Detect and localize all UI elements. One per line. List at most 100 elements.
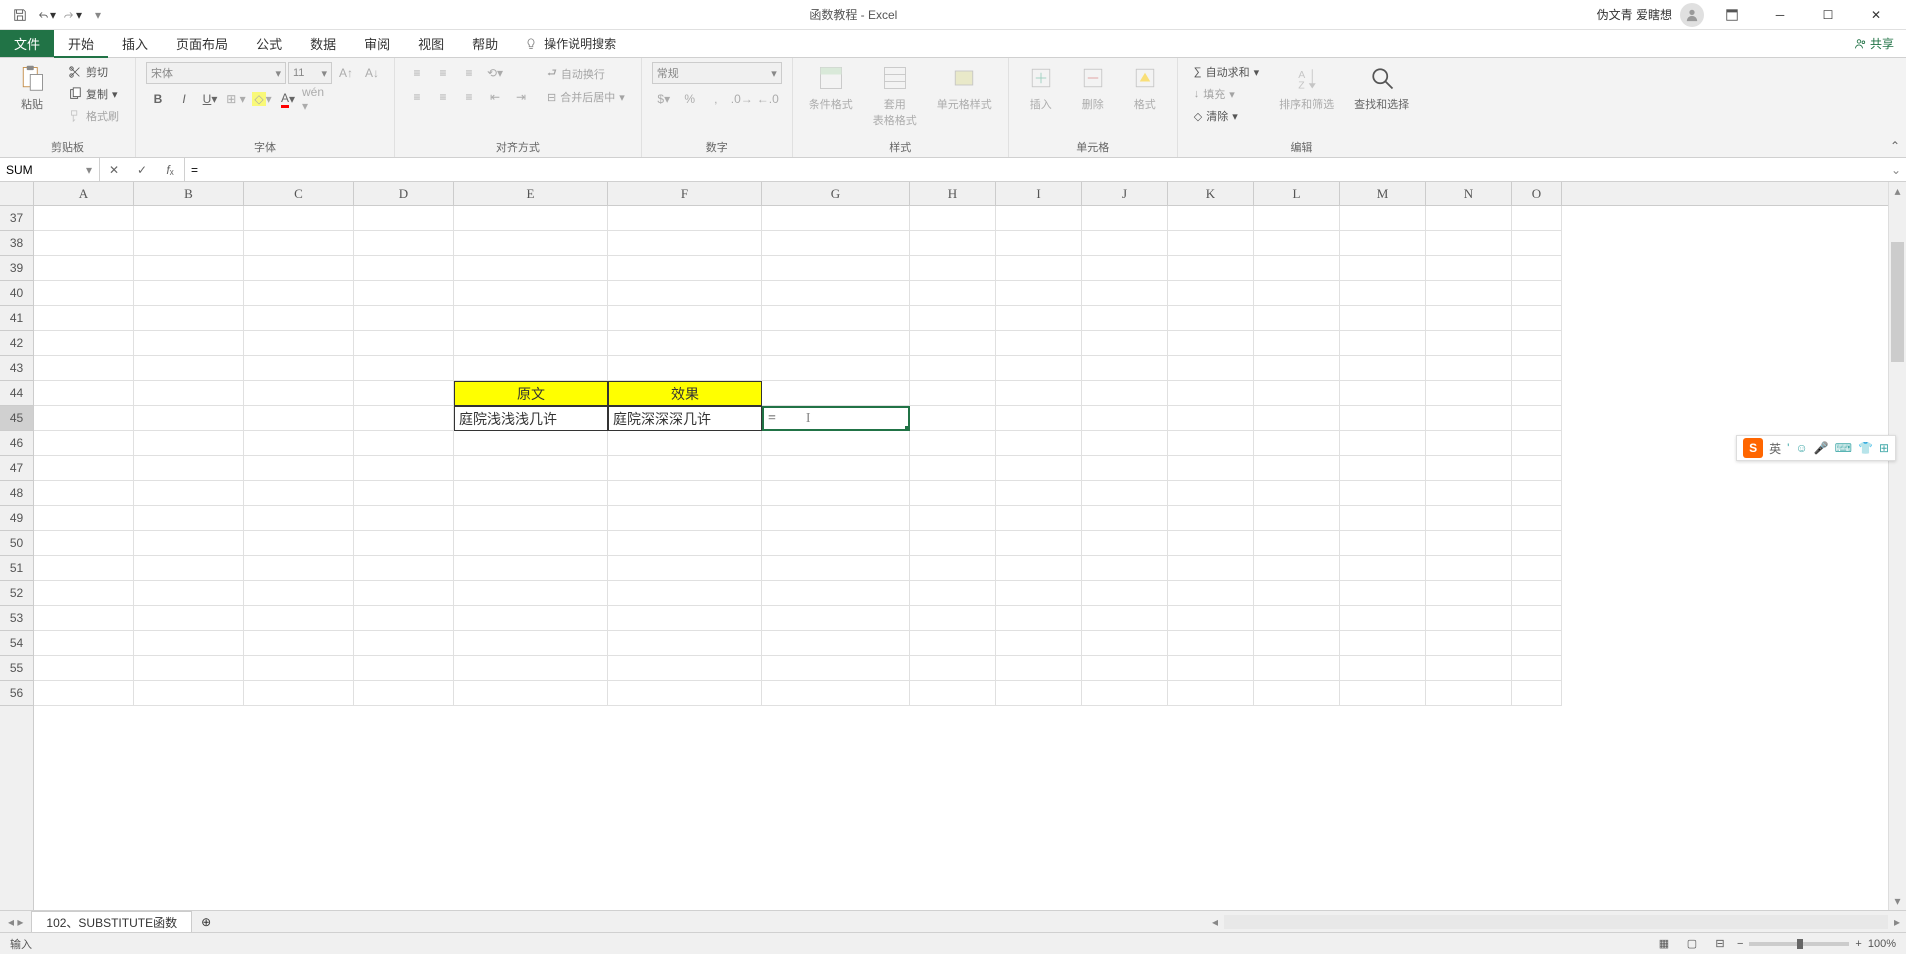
cell-F49[interactable] — [608, 506, 762, 531]
sort-filter-button[interactable]: AZ排序和筛选 — [1273, 62, 1340, 114]
cell-H38[interactable] — [910, 231, 996, 256]
cell-L54[interactable] — [1254, 631, 1340, 656]
cell-J39[interactable] — [1082, 256, 1168, 281]
scroll-left-button[interactable]: ◂ — [1206, 913, 1224, 931]
cell-L42[interactable] — [1254, 331, 1340, 356]
cell-I37[interactable] — [996, 206, 1082, 231]
name-box-input[interactable] — [6, 163, 86, 177]
cell-O47[interactable] — [1512, 456, 1562, 481]
cell-L41[interactable] — [1254, 306, 1340, 331]
col-header[interactable]: I — [996, 182, 1082, 205]
cell-N55[interactable] — [1426, 656, 1512, 681]
cell-E42[interactable] — [454, 331, 608, 356]
add-sheet-button[interactable]: ⊕ — [192, 911, 220, 932]
cell-N51[interactable] — [1426, 556, 1512, 581]
row-header[interactable]: 38 — [0, 231, 33, 256]
cell-A48[interactable] — [34, 481, 134, 506]
cell-E52[interactable] — [454, 581, 608, 606]
cell-H47[interactable] — [910, 456, 996, 481]
cell-B37[interactable] — [134, 206, 244, 231]
cell-I46[interactable] — [996, 431, 1082, 456]
cell-F38[interactable] — [608, 231, 762, 256]
tab-file[interactable]: 文件 — [0, 30, 54, 57]
cell-C38[interactable] — [244, 231, 354, 256]
ime-tools-icon[interactable]: ⊞ — [1879, 441, 1889, 455]
cell-O38[interactable] — [1512, 231, 1562, 256]
row-header[interactable]: 48 — [0, 481, 33, 506]
cell-J38[interactable] — [1082, 231, 1168, 256]
cell-G54[interactable] — [762, 631, 910, 656]
cell-D47[interactable] — [354, 456, 454, 481]
cell-F46[interactable] — [608, 431, 762, 456]
bold-button[interactable]: B — [146, 88, 170, 110]
comma-button[interactable]: , — [704, 88, 728, 110]
cell-K48[interactable] — [1168, 481, 1254, 506]
cell-D48[interactable] — [354, 481, 454, 506]
cell-H51[interactable] — [910, 556, 996, 581]
cell-A44[interactable] — [34, 381, 134, 406]
cell-I43[interactable] — [996, 356, 1082, 381]
cell-A47[interactable] — [34, 456, 134, 481]
ime-emoji-icon[interactable]: ☺ — [1795, 441, 1807, 455]
cell-F48[interactable] — [608, 481, 762, 506]
cell-G48[interactable] — [762, 481, 910, 506]
cell-J55[interactable] — [1082, 656, 1168, 681]
cell-M45[interactable] — [1340, 406, 1426, 431]
cell-J53[interactable] — [1082, 606, 1168, 631]
cell-C41[interactable] — [244, 306, 354, 331]
row-header[interactable]: 49 — [0, 506, 33, 531]
cell-G42[interactable] — [762, 331, 910, 356]
cell-K54[interactable] — [1168, 631, 1254, 656]
cell-D54[interactable] — [354, 631, 454, 656]
cell-D38[interactable] — [354, 231, 454, 256]
cell-A43[interactable] — [34, 356, 134, 381]
cell-E54[interactable] — [454, 631, 608, 656]
cell-B52[interactable] — [134, 581, 244, 606]
cell-B41[interactable] — [134, 306, 244, 331]
align-bottom-button[interactable]: ≡ — [457, 62, 481, 84]
cell-G37[interactable] — [762, 206, 910, 231]
cell-E38[interactable] — [454, 231, 608, 256]
cell-K42[interactable] — [1168, 331, 1254, 356]
cell-F37[interactable] — [608, 206, 762, 231]
save-button[interactable] — [8, 3, 32, 27]
cell-G43[interactable] — [762, 356, 910, 381]
row-header[interactable]: 39 — [0, 256, 33, 281]
cell-O55[interactable] — [1512, 656, 1562, 681]
cell-E50[interactable] — [454, 531, 608, 556]
cell-C47[interactable] — [244, 456, 354, 481]
cell-L53[interactable] — [1254, 606, 1340, 631]
cell-O56[interactable] — [1512, 681, 1562, 706]
cell-F42[interactable] — [608, 331, 762, 356]
cell-L51[interactable] — [1254, 556, 1340, 581]
cell-K55[interactable] — [1168, 656, 1254, 681]
conditional-format-button[interactable]: 条件格式 — [803, 62, 859, 114]
sheet-tab[interactable]: 102、SUBSTITUTE函数 — [32, 911, 192, 932]
cell-C40[interactable] — [244, 281, 354, 306]
row-header[interactable]: 40 — [0, 281, 33, 306]
cell-O39[interactable] — [1512, 256, 1562, 281]
row-header[interactable]: 37 — [0, 206, 33, 231]
shrink-font-button[interactable]: A↓ — [360, 62, 384, 84]
cell-N43[interactable] — [1426, 356, 1512, 381]
cell-I38[interactable] — [996, 231, 1082, 256]
cell-O37[interactable] — [1512, 206, 1562, 231]
cell-M39[interactable] — [1340, 256, 1426, 281]
cell-K52[interactable] — [1168, 581, 1254, 606]
cut-button[interactable]: 剪切 — [62, 62, 125, 82]
formula-input[interactable] — [191, 163, 1880, 177]
scroll-down-button[interactable]: ▾ — [1889, 892, 1906, 910]
row-header[interactable]: 55 — [0, 656, 33, 681]
cell-K46[interactable] — [1168, 431, 1254, 456]
cell-G49[interactable] — [762, 506, 910, 531]
cell-E37[interactable] — [454, 206, 608, 231]
scroll-up-button[interactable]: ▴ — [1889, 182, 1906, 200]
col-header[interactable]: G — [762, 182, 910, 205]
cell-B44[interactable] — [134, 381, 244, 406]
cell-G53[interactable] — [762, 606, 910, 631]
col-header[interactable]: H — [910, 182, 996, 205]
cell-E40[interactable] — [454, 281, 608, 306]
cell-E48[interactable] — [454, 481, 608, 506]
font-size-combo[interactable]: 11▾ — [288, 62, 332, 84]
cell-O40[interactable] — [1512, 281, 1562, 306]
